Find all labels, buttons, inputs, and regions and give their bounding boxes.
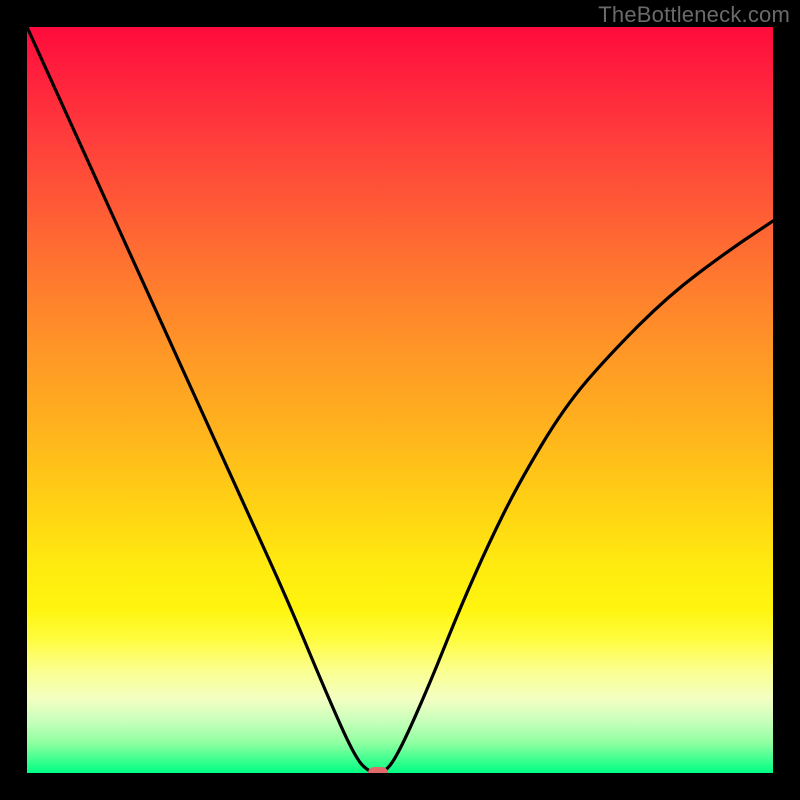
bottleneck-curve (27, 27, 773, 773)
optimal-point-marker (368, 767, 388, 773)
watermark-text: TheBottleneck.com (598, 2, 790, 28)
plot-area (27, 27, 773, 773)
chart-frame: TheBottleneck.com (0, 0, 800, 800)
